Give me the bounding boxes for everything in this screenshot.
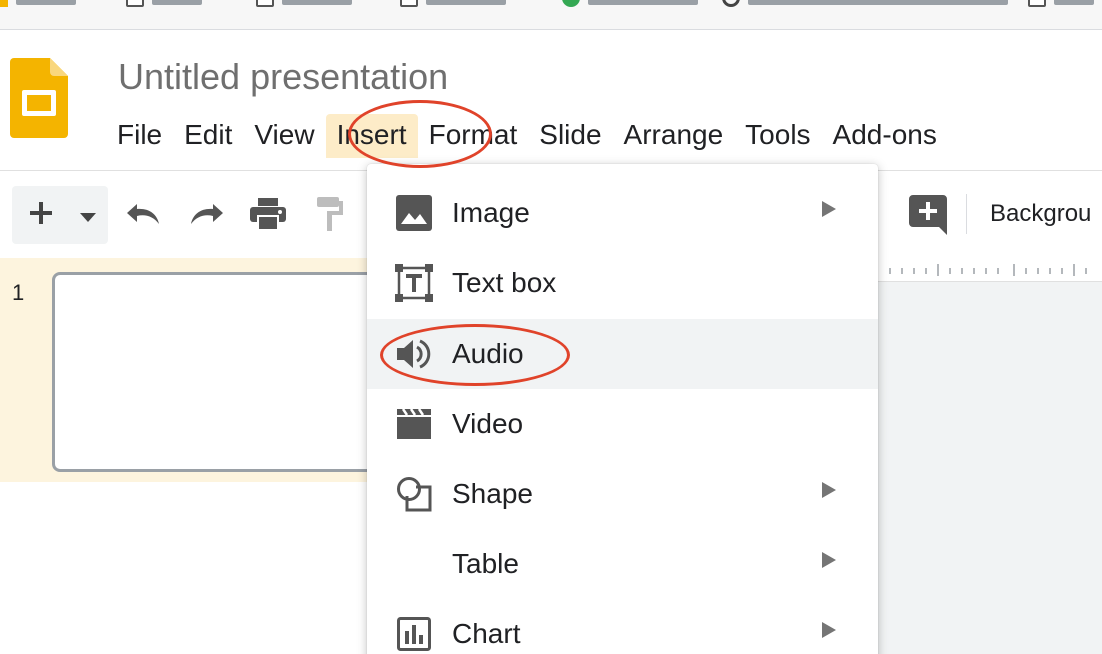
menu-item-label: Table <box>452 548 519 579</box>
slide-thumbnail[interactable] <box>52 272 392 472</box>
menu-bar: File Edit View Insert Format Slide Arran… <box>106 114 948 158</box>
bookmark-item[interactable] <box>400 0 506 8</box>
slides-logo-icon[interactable] <box>10 58 68 138</box>
insert-video-item[interactable]: Video <box>367 389 878 459</box>
audio-icon <box>395 335 433 373</box>
plus-icon <box>28 200 54 231</box>
insert-shape-item[interactable]: Shape <box>367 459 878 529</box>
menu-arrange[interactable]: Arrange <box>613 114 735 158</box>
chart-icon <box>395 615 433 653</box>
menu-item-label: Shape <box>452 478 533 509</box>
bookmark-item[interactable] <box>1028 0 1094 8</box>
undo-icon[interactable] <box>124 196 164 232</box>
menu-add-ons[interactable]: Add-ons <box>822 114 948 158</box>
image-icon <box>395 194 433 232</box>
paint-format-icon[interactable] <box>310 196 350 232</box>
insert-audio-item[interactable]: Audio <box>367 319 878 389</box>
submenu-arrow-icon <box>822 622 836 638</box>
slide-canvas-area[interactable] <box>878 258 1102 654</box>
insert-chart-item[interactable]: Chart <box>367 599 878 654</box>
submenu-arrow-icon <box>822 482 836 498</box>
chevron-down-icon[interactable] <box>80 210 96 228</box>
menu-item-label: Text box <box>452 267 557 298</box>
menu-format[interactable]: Format <box>418 114 529 158</box>
menu-insert[interactable]: Insert <box>325 114 418 158</box>
video-icon <box>395 405 433 443</box>
print-icon[interactable] <box>248 196 288 232</box>
menu-item-label: Chart <box>452 618 521 649</box>
add-comment-icon[interactable] <box>906 194 950 236</box>
submenu-arrow-icon <box>822 552 836 568</box>
menu-tools[interactable]: Tools <box>734 114 821 158</box>
insert-table-item[interactable]: Table <box>367 529 878 599</box>
bookmark-item[interactable] <box>126 0 202 8</box>
bookmark-item[interactable] <box>722 0 1008 8</box>
background-button[interactable]: Backgrou <box>990 200 1091 228</box>
slide-number: 1 <box>12 280 25 305</box>
shape-icon <box>395 475 433 513</box>
menu-edit[interactable]: Edit <box>173 114 243 158</box>
menu-view[interactable]: View <box>243 114 325 158</box>
bookmark-item[interactable] <box>562 0 698 8</box>
insert-menu-dropdown: Image Text box Audio Video Shape Table C… <box>367 164 878 654</box>
submenu-arrow-icon <box>822 201 836 217</box>
text-box-icon <box>395 264 433 302</box>
menu-item-label: Image <box>452 197 530 228</box>
toolbar-divider <box>966 194 967 234</box>
insert-image-item[interactable]: Image <box>367 178 878 248</box>
document-title[interactable]: Untitled presentation <box>118 56 448 98</box>
menu-item-label: Audio <box>452 338 524 369</box>
redo-icon[interactable] <box>186 196 226 232</box>
menu-slide[interactable]: Slide <box>528 114 612 158</box>
bookmark-item[interactable] <box>0 0 76 8</box>
menu-file[interactable]: File <box>106 114 173 158</box>
new-slide-button[interactable] <box>12 186 108 244</box>
insert-text-box-item[interactable]: Text box <box>367 248 878 318</box>
ruler <box>878 258 1102 282</box>
bookmark-item[interactable] <box>256 0 352 8</box>
menu-item-label: Video <box>452 408 524 439</box>
bookmarks-bar <box>0 0 1102 30</box>
